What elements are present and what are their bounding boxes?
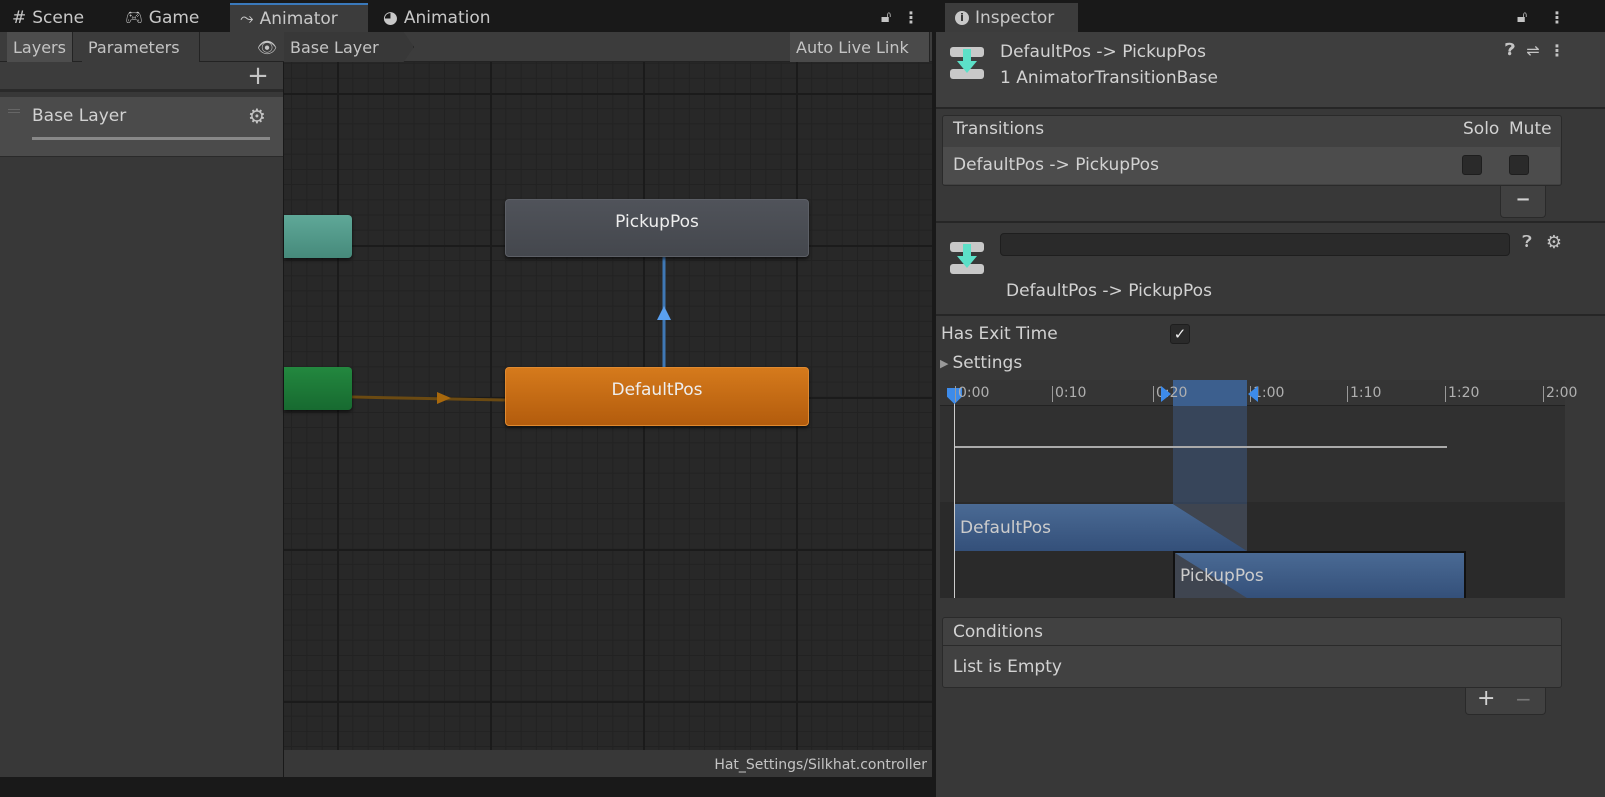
breadcrumb-base-layer[interactable]: Base Layer bbox=[284, 32, 414, 62]
add-condition-button[interactable]: + bbox=[1477, 686, 1495, 711]
remove-transition-button[interactable]: − bbox=[1500, 186, 1546, 218]
source-clip-label: DefaultPos bbox=[960, 518, 1052, 538]
controller-path: Hat_Settings/Silkhat.controller bbox=[714, 757, 927, 773]
entry-node[interactable] bbox=[284, 367, 352, 410]
parameters-tab[interactable]: Parameters bbox=[82, 32, 200, 62]
has-exit-time-label: Has Exit Time bbox=[941, 324, 1058, 344]
layer-weight-slider[interactable] bbox=[32, 137, 270, 140]
clock-icon: ◕ bbox=[383, 7, 398, 28]
grid-icon: # bbox=[12, 7, 27, 28]
lock-icon[interactable]: 🔓︎ bbox=[878, 6, 894, 28]
remove-condition-button[interactable]: − bbox=[1515, 687, 1532, 711]
dest-clip-label: PickupPos bbox=[1180, 566, 1264, 586]
timeline-tick: 1:20 bbox=[1445, 386, 1479, 402]
gear-icon[interactable]: ⚙ bbox=[246, 104, 268, 128]
settings-foldout[interactable]: ▶ Settings bbox=[940, 353, 1022, 373]
layer-name: Base Layer bbox=[32, 106, 127, 126]
inspector-subtitle: 1 AnimatorTransitionBase bbox=[1000, 68, 1218, 88]
transition-icon bbox=[950, 242, 984, 274]
layers-panel bbox=[0, 62, 283, 777]
presets-icon[interactable]: ⇌ bbox=[1524, 41, 1542, 60]
gear-icon[interactable]: ⚙ bbox=[1545, 232, 1563, 253]
more-icon[interactable]: ⋮ bbox=[1549, 41, 1565, 60]
tab-scene[interactable]: # Scene bbox=[2, 3, 94, 32]
transitions-header: Transitions bbox=[953, 119, 1045, 139]
animator-icon: ⤳ bbox=[240, 8, 254, 29]
triangle-right-icon: ▶ bbox=[940, 356, 949, 370]
tab-game[interactable]: 🎮︎ Game bbox=[115, 3, 209, 32]
transition-row-name: DefaultPos -> PickupPos bbox=[953, 155, 1159, 175]
tab-inspector[interactable]: i Inspector bbox=[945, 3, 1078, 32]
conditions-empty: List is Empty bbox=[953, 657, 1062, 677]
transition-label: DefaultPos -> PickupPos bbox=[1006, 281, 1212, 301]
timeline-tick: 2:00 bbox=[1543, 386, 1577, 402]
timeline-tick: 1:10 bbox=[1347, 386, 1381, 402]
lock-icon[interactable]: 🔓︎ bbox=[1514, 6, 1530, 28]
solo-header: Solo bbox=[1463, 119, 1500, 139]
any-state-node[interactable] bbox=[284, 215, 352, 258]
inspector-title: DefaultPos -> PickupPos bbox=[1000, 42, 1206, 62]
transition-line-entry[interactable] bbox=[351, 395, 506, 402]
has-exit-time-checkbox[interactable]: ✓ bbox=[1170, 324, 1190, 344]
solo-checkbox[interactable] bbox=[1462, 155, 1482, 175]
mute-header: Mute bbox=[1509, 119, 1552, 139]
tab-animation[interactable]: ◕ Animation bbox=[373, 3, 501, 32]
gamepad-icon: 🎮︎ bbox=[125, 9, 143, 26]
info-icon: i bbox=[955, 10, 969, 25]
state-node-defaultpos[interactable]: DefaultPos bbox=[505, 367, 809, 426]
mute-checkbox[interactable] bbox=[1509, 155, 1529, 175]
timeline-tick: 0:00 bbox=[955, 386, 989, 402]
add-layer-button[interactable]: + bbox=[246, 61, 270, 91]
help-icon[interactable]: ❓︎ bbox=[1501, 40, 1519, 59]
transition-icon bbox=[950, 47, 984, 79]
layers-tab[interactable]: Layers bbox=[7, 32, 73, 62]
help-icon[interactable]: ❓︎ bbox=[1518, 232, 1536, 251]
playhead[interactable] bbox=[954, 390, 955, 598]
auto-live-link-button[interactable]: Auto Live Link bbox=[790, 32, 930, 62]
transition-arrow-icon bbox=[437, 392, 451, 404]
transition-name-input[interactable] bbox=[1000, 233, 1510, 256]
transition-timeline[interactable]: DefaultPos PickupPos bbox=[940, 380, 1565, 598]
more-icon[interactable]: ⋮ bbox=[1549, 6, 1565, 28]
layer-item[interactable]: Base Layer ⚙ bbox=[0, 97, 283, 157]
state-node-pickuppos[interactable]: PickupPos bbox=[505, 199, 809, 257]
tab-animator[interactable]: ⤳ Animator bbox=[230, 3, 368, 32]
conditions-header: Conditions bbox=[953, 622, 1043, 642]
eye-icon[interactable]: 👁︎ bbox=[256, 36, 278, 58]
timeline-tick: 0:10 bbox=[1052, 386, 1086, 402]
drag-handle-icon[interactable] bbox=[8, 109, 20, 113]
more-icon[interactable]: ⋮ bbox=[903, 6, 919, 28]
transition-arrow-icon bbox=[657, 306, 671, 320]
